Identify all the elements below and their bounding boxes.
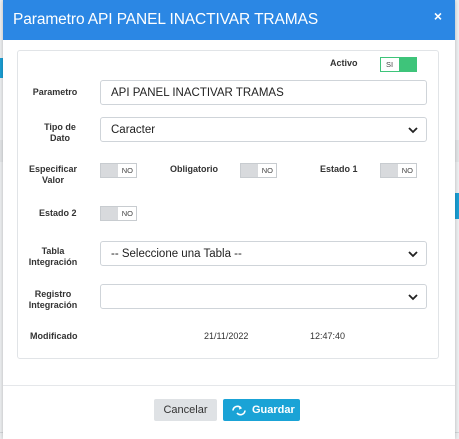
obligatorio-toggle[interactable]: NO <box>240 163 277 178</box>
tipo-dato-select[interactable]: Caracter <box>100 117 427 142</box>
obligatorio-label: Obligatorio <box>170 164 218 174</box>
modificado-time: 12:47:40 <box>310 331 346 341</box>
tabla-integracion-label: Tabla Integración <box>24 246 82 268</box>
tabla-integracion-label-line1: Tabla <box>41 246 65 256</box>
footer-divider <box>3 385 455 386</box>
tabla-integracion-selected: -- Seleccione una Tabla -- <box>111 248 242 260</box>
save-button-label: Guardar <box>252 404 295 416</box>
estado2-toggle[interactable]: NO <box>100 206 137 221</box>
cancel-button[interactable]: Cancelar <box>154 399 217 421</box>
modificado-date: 21/11/2022 <box>204 331 249 341</box>
parametro-label: Parametro <box>32 87 78 97</box>
save-button[interactable]: Guardar <box>223 399 300 421</box>
form-panel: Activo SI Parametro API PANEL INACTIVAR … <box>17 50 439 359</box>
toggle-knob <box>241 164 258 177</box>
modal-title: Parametro API PANEL INACTIVAR TRAMAS <box>13 11 319 28</box>
registro-integracion-label: Registro Integración <box>24 289 82 311</box>
especificar-valor-toggle[interactable]: NO <box>100 163 137 178</box>
tipo-dato-selected: Caracter <box>111 124 156 136</box>
especificar-valor-label-line1: Especificar <box>28 164 78 174</box>
obligatorio-toggle-text: NO <box>261 166 273 175</box>
especificar-valor-label: Especificar Valor <box>24 164 82 186</box>
especificar-valor-toggle-text: NO <box>121 166 133 175</box>
parametro-modal: Parametro API PANEL INACTIVAR TRAMAS × A… <box>3 0 455 439</box>
activo-toggle-text: SI <box>386 60 394 69</box>
toggle-knob <box>381 164 398 177</box>
estado2-toggle-text: NO <box>121 209 133 218</box>
tabla-integracion-select[interactable]: -- Seleccione una Tabla -- <box>100 241 427 266</box>
tipo-dato-label: Tipo de Dato <box>31 122 89 144</box>
tipo-dato-label-line2: Dato <box>50 133 70 143</box>
modificado-label: Modificado <box>30 331 78 341</box>
especificar-valor-label-line2: Valor <box>41 175 64 185</box>
registro-integracion-label-line2: Integración <box>28 300 78 310</box>
toggle-knob <box>399 58 416 71</box>
chevron-down-icon <box>408 251 418 258</box>
close-icon[interactable]: × <box>434 9 442 23</box>
estado1-toggle-text: NO <box>401 166 413 175</box>
estado2-label: Estado 2 <box>39 208 77 218</box>
chevron-down-icon <box>408 127 418 134</box>
save-icon <box>232 405 246 416</box>
registro-integracion-label-line1: Registro <box>34 289 72 299</box>
registro-integracion-select[interactable] <box>100 284 427 309</box>
tabla-integracion-label-line2: Integración <box>28 257 78 267</box>
tipo-dato-label-line1: Tipo de <box>44 122 76 132</box>
toggle-knob <box>101 164 118 177</box>
activo-label: Activo <box>330 58 358 68</box>
toggle-knob <box>101 207 118 220</box>
modal-header: Parametro API PANEL INACTIVAR TRAMAS × <box>3 0 455 40</box>
estado1-toggle[interactable]: NO <box>380 163 417 178</box>
activo-toggle[interactable]: SI <box>380 57 417 72</box>
background-accent <box>455 193 459 219</box>
chevron-down-icon <box>408 294 418 301</box>
parametro-input[interactable]: API PANEL INACTIVAR TRAMAS <box>100 80 427 105</box>
estado1-label: Estado 1 <box>320 164 358 174</box>
